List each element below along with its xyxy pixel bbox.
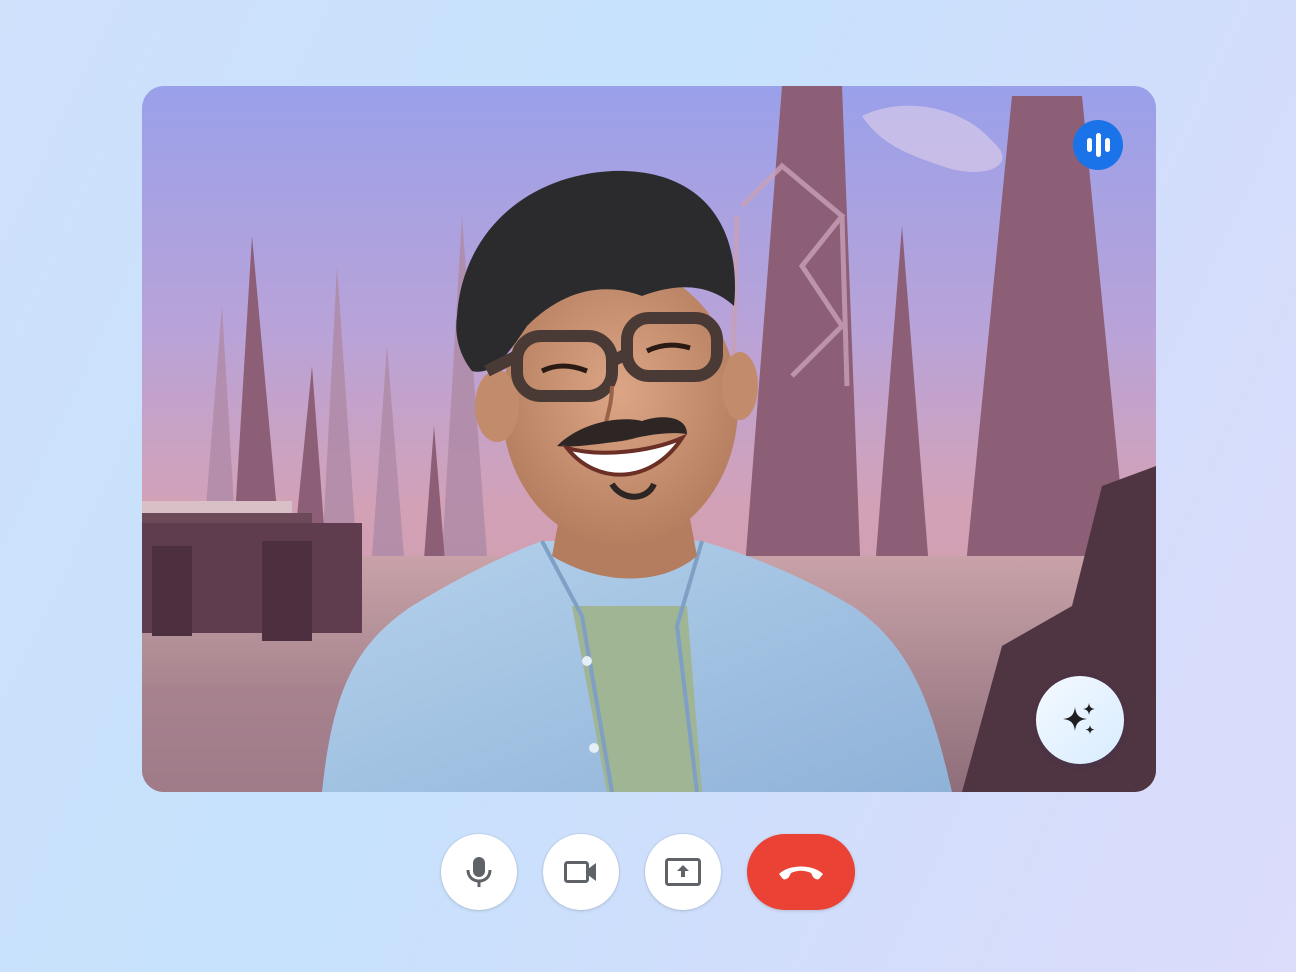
microphone-icon bbox=[465, 855, 493, 889]
speaking-indicator bbox=[1073, 120, 1123, 170]
present-screen-button[interactable] bbox=[645, 834, 721, 910]
sparkle-icon bbox=[1061, 701, 1099, 739]
call-controls-bar bbox=[0, 833, 1296, 911]
present-screen-icon bbox=[664, 857, 702, 887]
visual-effects-button[interactable] bbox=[1036, 676, 1124, 764]
microphone-button[interactable] bbox=[441, 834, 517, 910]
video-camera-icon bbox=[563, 858, 599, 886]
audio-level-icon bbox=[1086, 133, 1110, 157]
phone-hangup-icon bbox=[777, 862, 825, 882]
participant-video-tile bbox=[142, 86, 1156, 792]
leave-call-button[interactable] bbox=[747, 834, 855, 910]
video-feed bbox=[142, 86, 1156, 792]
camera-button[interactable] bbox=[543, 834, 619, 910]
